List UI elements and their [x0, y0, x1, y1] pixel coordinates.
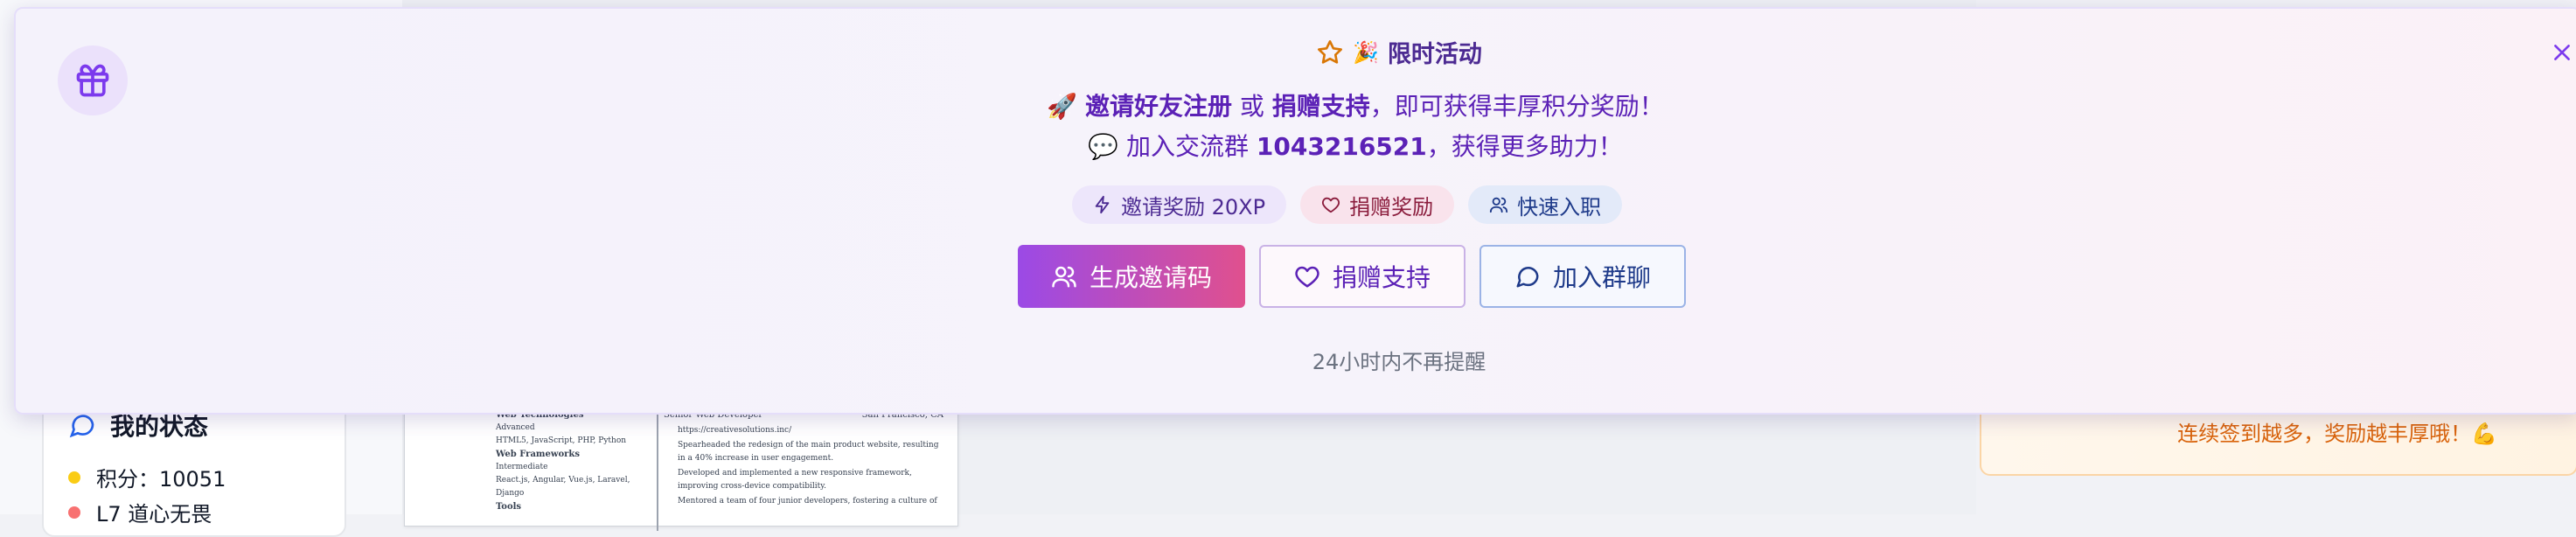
banner-title: 🎉 限时活动	[1137, 35, 1661, 69]
badge-fast-onboarding: 快速入职	[1468, 185, 1623, 224]
group-number: 1043216521	[1256, 132, 1427, 161]
speech-emoji: 💬	[1088, 132, 1119, 161]
donate-button[interactable]: 捐赠支持	[1259, 245, 1466, 308]
reward-text: ，即可获得丰厚积分奖励！	[1369, 92, 1664, 121]
chat-icon	[1516, 267, 1539, 288]
level-dot	[68, 506, 80, 519]
badge-label: 邀请奖励 20XP	[1121, 194, 1266, 220]
users-icon	[1490, 197, 1508, 213]
donate-highlight: 捐赠支持	[1271, 92, 1370, 121]
resume-experience: Senior Web Developer San Francisco, CA h…	[664, 408, 943, 508]
points-text: 积分：10051	[96, 467, 226, 492]
resume-skill-level: Intermediate	[496, 463, 548, 471]
level-row: L7 道心无畏	[68, 497, 212, 527]
users-icon	[1052, 266, 1076, 288]
invite-highlight: 邀请好友注册	[1084, 92, 1232, 121]
badge-invite-reward: 邀请奖励 20XP	[1072, 185, 1287, 224]
gift-icon	[76, 64, 109, 97]
resume-bullet: Developed and implemented a new responsi…	[678, 469, 912, 491]
close-button[interactable]	[2545, 35, 2576, 70]
resume-divider	[657, 408, 658, 531]
resume-bullet: Spearheaded the redesign of the main pro…	[678, 441, 939, 463]
or-text: 或	[1231, 92, 1272, 121]
star-icon	[1318, 39, 1343, 64]
donate-label: 捐赠支持	[1332, 263, 1431, 292]
points-row: 积分：10051	[68, 462, 226, 492]
resume-skill-items: HTML5, JavaScript, PHP, Python	[496, 436, 627, 445]
banner-title-text: 限时活动	[1387, 41, 1482, 68]
points-dot	[68, 471, 80, 484]
badge-label: 快速入职	[1517, 194, 1602, 220]
heart-icon	[1295, 266, 1319, 288]
badge-label: 捐赠奖励	[1349, 194, 1434, 220]
resume-link[interactable]: https://creativesolutions.inc/	[664, 424, 943, 437]
resume-section-title: Tools	[496, 502, 522, 512]
badge-donate-reward: 捐赠奖励	[1300, 185, 1455, 224]
resume-section-title: Web Frameworks	[496, 450, 580, 459]
heart-icon	[1322, 197, 1340, 213]
group-message: 💬 加入交流群 1043216521，获得更多助力！	[874, 128, 1836, 163]
join-group-button[interactable]: 加入群聊	[1479, 245, 1686, 308]
chat-icon	[69, 415, 94, 438]
resume-skill-level: Advanced	[496, 423, 535, 432]
generate-invite-label: 生成邀请码	[1089, 263, 1212, 292]
resume-skill-items: React.js, Angular, Vue.js, Laravel, Djan…	[496, 476, 630, 498]
close-icon	[2554, 45, 2570, 60]
level-text: L7 道心无畏	[96, 502, 212, 527]
reward-badges: 邀请奖励 20XP 捐赠奖励 快速入职	[1072, 185, 1623, 224]
banner-actions: 生成邀请码 捐赠支持 加入群聊	[1018, 245, 1686, 308]
lightning-icon	[1095, 195, 1110, 214]
generate-invite-button[interactable]: 生成邀请码	[1018, 245, 1245, 308]
group-suffix: ，获得更多助力！	[1426, 132, 1623, 161]
gift-badge	[58, 45, 128, 115]
join-group-label: 加入群聊	[1552, 263, 1651, 292]
resume-skills: Web Technologies Advanced HTML5, JavaScr…	[496, 408, 650, 513]
dismiss-24h-link[interactable]: 24小时内不再提醒	[1137, 345, 1661, 375]
rocket-emoji: 🚀	[1047, 92, 1078, 121]
checkin-tip-text: 连续签到越多，奖励越丰厚哦！💪	[2177, 422, 2497, 446]
party-emoji: 🎉	[1353, 39, 1379, 65]
invite-message: 🚀 邀请好友注册 或 捐赠支持，即可获得丰厚积分奖励！	[874, 87, 1836, 122]
resume-bullet: Mentored a team of four junior developer…	[678, 497, 937, 506]
group-prefix: 加入交流群	[1126, 132, 1257, 161]
